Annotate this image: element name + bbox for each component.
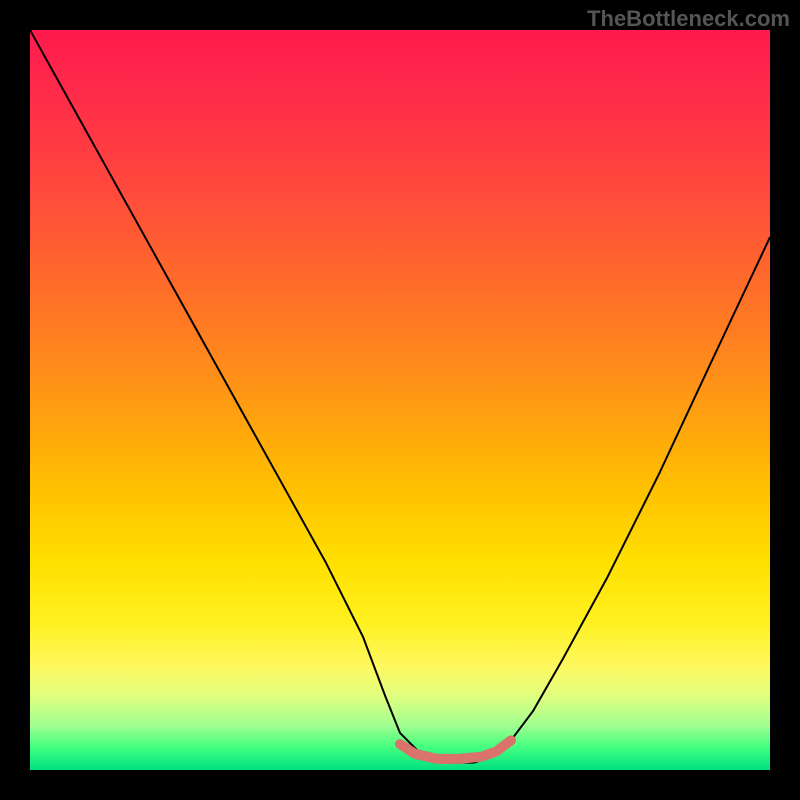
chart-svg bbox=[30, 30, 770, 770]
bottleneck-curve-line bbox=[30, 30, 770, 763]
watermark-text: TheBottleneck.com bbox=[587, 6, 790, 32]
optimal-zone-line bbox=[400, 740, 511, 759]
chart-plot-area bbox=[30, 30, 770, 770]
